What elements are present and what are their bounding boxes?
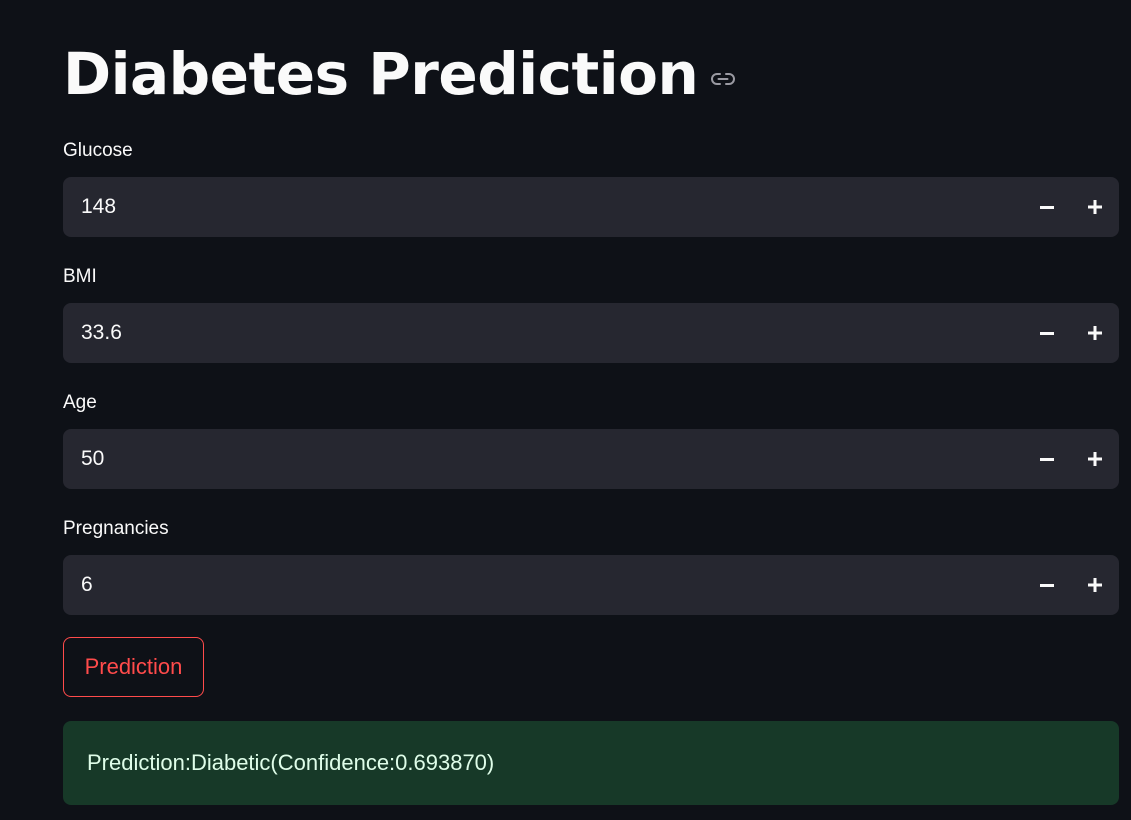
field-bmi: BMI [63, 265, 1119, 364]
plus-icon [1088, 578, 1102, 592]
plus-icon [1088, 452, 1102, 466]
pregnancies-number-input [63, 554, 1119, 616]
pregnancies-input[interactable] [63, 554, 1023, 616]
bmi-increment-button[interactable] [1071, 303, 1119, 363]
pregnancies-decrement-button[interactable] [1023, 555, 1071, 615]
page-title: Diabetes Prediction [63, 40, 699, 108]
field-pregnancies: Pregnancies [63, 517, 1119, 616]
age-increment-button[interactable] [1071, 429, 1119, 489]
minus-icon [1040, 206, 1054, 209]
glucose-increment-button[interactable] [1071, 177, 1119, 237]
app-page: Diabetes Prediction Glucose BMI [0, 0, 1131, 820]
success-alert: Prediction:Diabetic(Confidence:0.693870) [63, 721, 1119, 805]
pregnancies-label: Pregnancies [63, 518, 169, 539]
glucose-input[interactable] [63, 176, 1023, 238]
title-row: Diabetes Prediction [63, 36, 736, 112]
plus-icon [1088, 200, 1102, 214]
prediction-result-text: Prediction:Diabetic(Confidence:0.693870) [87, 750, 495, 775]
glucose-number-input [63, 176, 1119, 238]
age-number-input [63, 428, 1119, 490]
bmi-label: BMI [63, 266, 97, 287]
minus-icon [1040, 332, 1054, 335]
link-icon[interactable] [710, 71, 736, 87]
glucose-label: Glucose [63, 140, 133, 161]
prediction-button[interactable]: Prediction [63, 637, 204, 697]
bmi-decrement-button[interactable] [1023, 303, 1071, 363]
age-input[interactable] [63, 428, 1023, 490]
bmi-input[interactable] [63, 302, 1023, 364]
field-age: Age [63, 391, 1119, 490]
glucose-decrement-button[interactable] [1023, 177, 1071, 237]
minus-icon [1040, 584, 1054, 587]
bmi-number-input [63, 302, 1119, 364]
pregnancies-increment-button[interactable] [1071, 555, 1119, 615]
minus-icon [1040, 458, 1054, 461]
plus-icon [1088, 326, 1102, 340]
age-decrement-button[interactable] [1023, 429, 1071, 489]
age-label: Age [63, 392, 97, 413]
field-glucose: Glucose [63, 139, 1119, 238]
